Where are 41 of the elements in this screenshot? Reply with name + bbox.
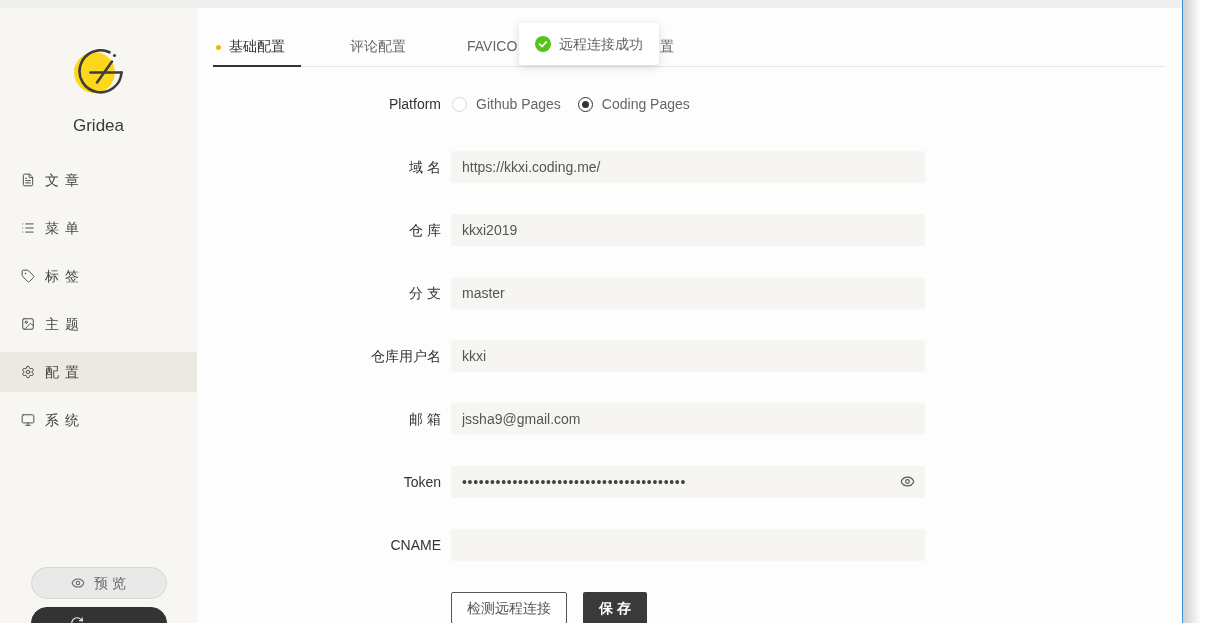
toast-message: 远程连接成功 bbox=[559, 34, 643, 54]
logo-icon bbox=[74, 49, 123, 94]
tab[interactable]: 基础配置 bbox=[213, 28, 301, 67]
monitor-icon bbox=[21, 413, 35, 427]
app-name: Gridea bbox=[73, 115, 124, 137]
tag-icon bbox=[21, 269, 35, 283]
token-field[interactable]: •••••••••••••••••••••••••••••••••••••••• bbox=[451, 466, 925, 498]
preview-button[interactable]: 预 览 bbox=[30, 567, 167, 599]
settings-icon bbox=[21, 365, 35, 379]
sidebar-item[interactable]: 主 题 bbox=[0, 304, 197, 344]
eye-icon bbox=[71, 576, 86, 590]
radio-option[interactable]: Coding Pages bbox=[577, 93, 690, 115]
field-label: 邮 箱 bbox=[409, 409, 441, 429]
test-connection-button[interactable]: 检测远程连接 bbox=[451, 592, 567, 623]
check-circle-icon bbox=[535, 36, 551, 52]
sidebar-item[interactable]: 配 置 bbox=[0, 352, 197, 392]
field-label: Token bbox=[403, 472, 441, 492]
image-icon bbox=[21, 317, 35, 331]
field-label: 分 支 bbox=[409, 283, 441, 303]
eye-icon[interactable] bbox=[900, 474, 915, 489]
tab[interactable]: 置 bbox=[644, 28, 691, 67]
document-icon bbox=[21, 173, 35, 187]
sidebar-item[interactable]: 标 签 bbox=[0, 256, 197, 296]
field-label: 仓 库 bbox=[409, 220, 441, 240]
text-field[interactable]: master bbox=[451, 277, 925, 309]
sidebar-item[interactable]: 文 章 bbox=[0, 160, 197, 200]
list-icon bbox=[21, 221, 35, 235]
text-field[interactable]: jssha9@gmail.com bbox=[451, 403, 925, 435]
field-label: 域 名 bbox=[409, 157, 441, 177]
field-label: 仓库用户名 bbox=[371, 346, 441, 366]
sidebar-item[interactable]: 系 统 bbox=[0, 400, 197, 440]
field-label: CNAME bbox=[390, 535, 441, 555]
radio-option[interactable]: Github Pages bbox=[452, 93, 561, 115]
text-field[interactable]: kkxi bbox=[451, 340, 925, 372]
text-field[interactable]: https://kkxi.coding.me/ bbox=[451, 151, 925, 183]
tab[interactable]: FAVICO bbox=[451, 28, 534, 67]
field-label: Platform bbox=[388, 94, 441, 114]
text-field[interactable]: kkxi2019 bbox=[451, 214, 925, 246]
tab[interactable]: 评论配置 bbox=[334, 28, 422, 67]
save-button[interactable]: 保 存 bbox=[583, 592, 647, 623]
sidebar-item[interactable]: 菜 单 bbox=[0, 208, 197, 248]
